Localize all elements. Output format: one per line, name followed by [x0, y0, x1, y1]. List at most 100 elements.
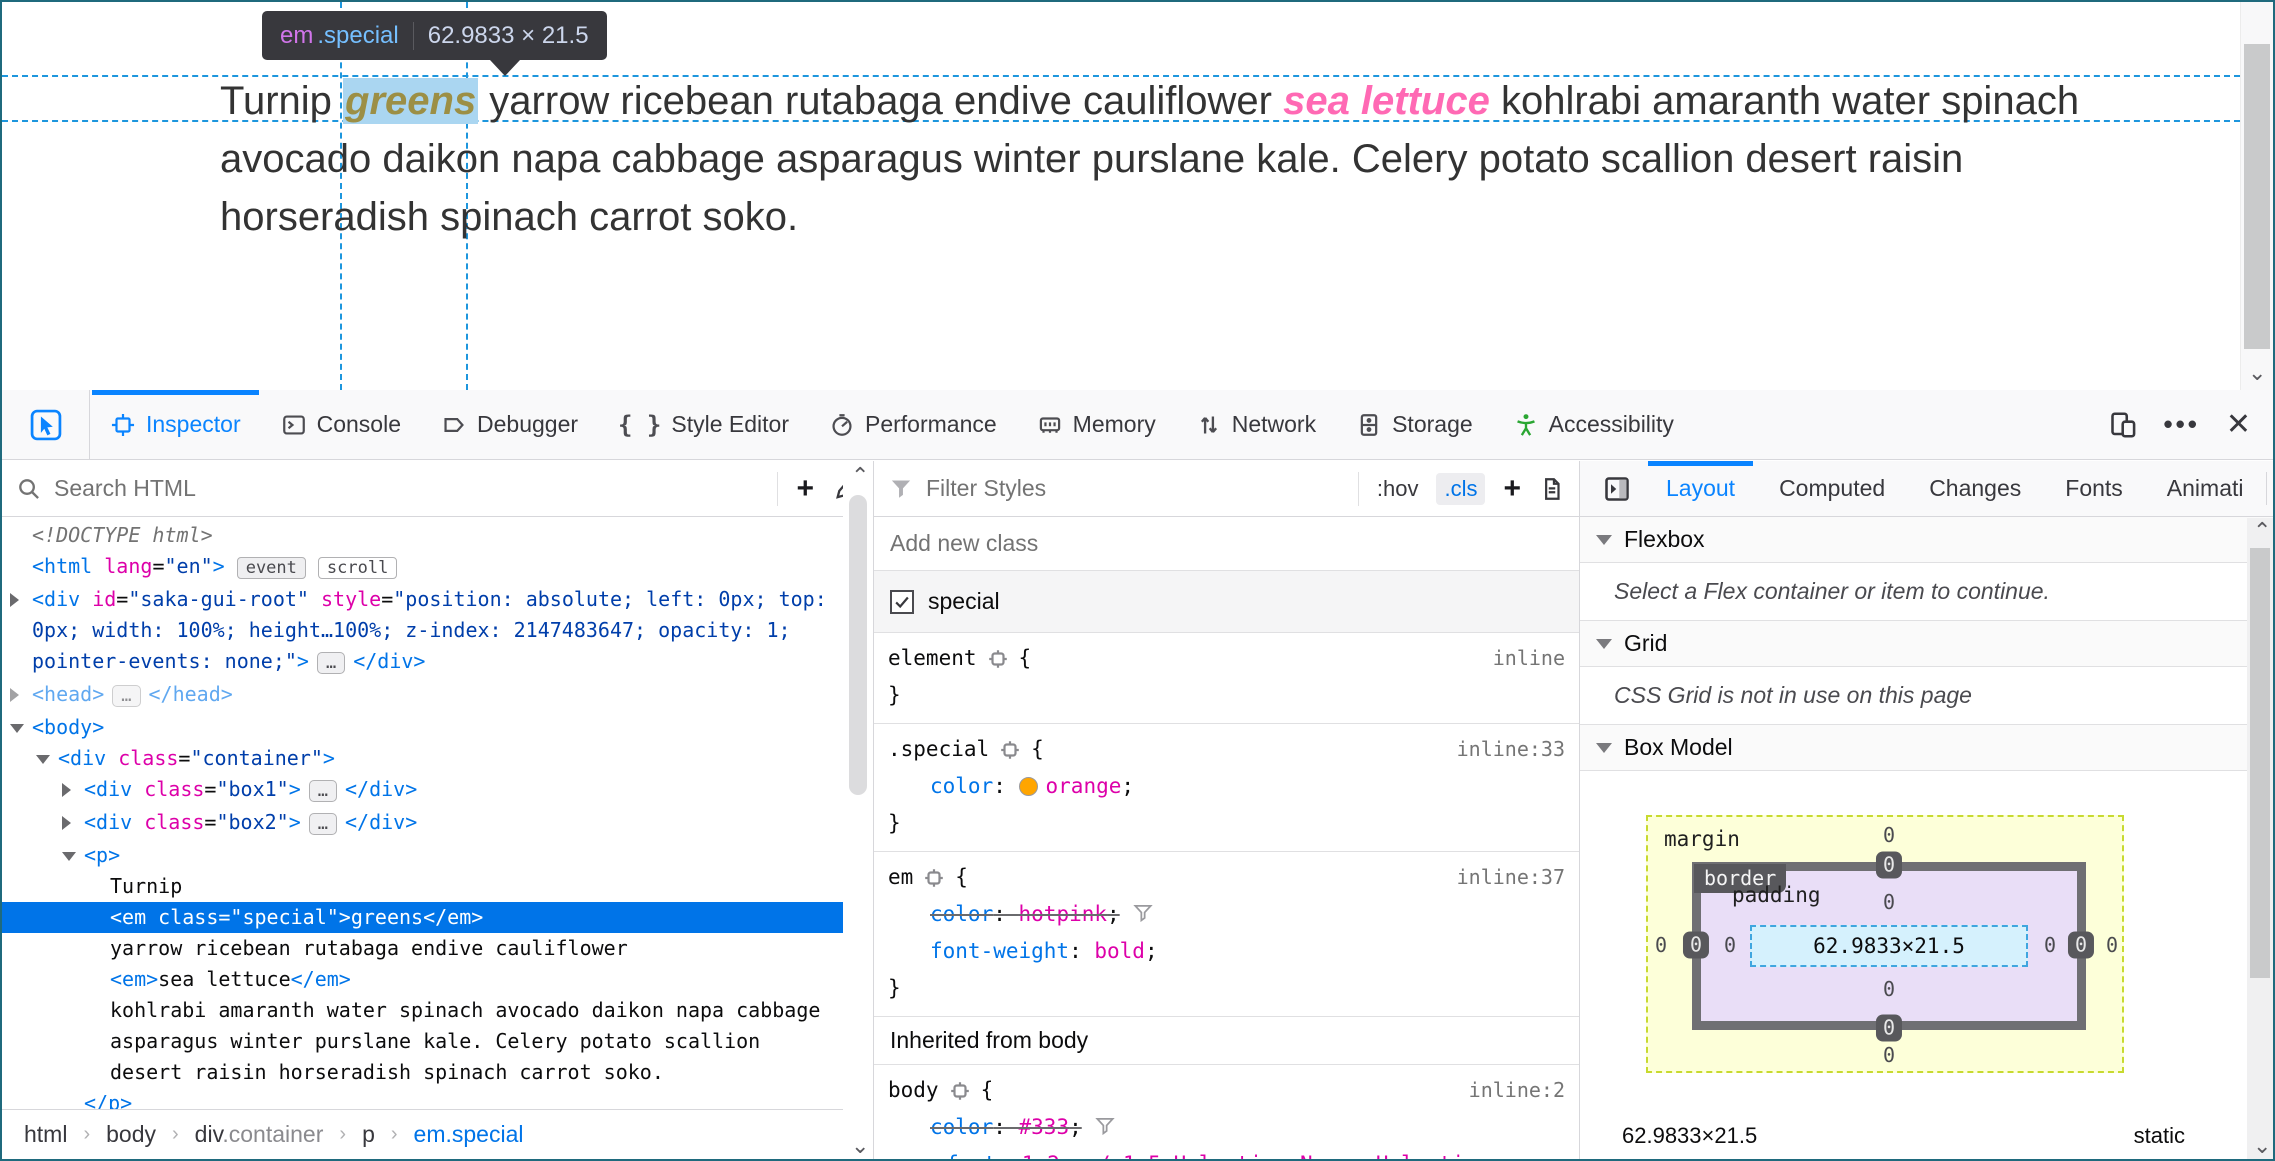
meatball-menu-icon[interactable]: •••: [2164, 409, 2200, 440]
tab-debugger[interactable]: Debugger: [421, 390, 598, 459]
selector-highlighter-icon[interactable]: [999, 739, 1021, 761]
css-declaration[interactable]: color: #333;: [888, 1109, 1565, 1146]
markup-row[interactable]: <div id="saka-gui-root" style="position:…: [2, 584, 873, 679]
markup-row[interactable]: <em>sea lettuce</em>: [2, 964, 873, 995]
inline-text-ellipsis[interactable]: …: [112, 685, 141, 707]
boxmodel-section-header[interactable]: Box Model: [1580, 725, 2273, 771]
rule-selector[interactable]: element: [888, 640, 977, 677]
page-scrollbar[interactable]: ⌄: [2240, 2, 2273, 390]
grid-section-header[interactable]: Grid: [1580, 621, 2273, 667]
flexbox-section-header[interactable]: Flexbox: [1580, 517, 2273, 563]
boxmodel-padding-bottom-value[interactable]: 0: [1883, 977, 1895, 1001]
close-devtools-icon[interactable]: ✕: [2226, 407, 2251, 442]
selector-highlighter-icon[interactable]: [949, 1080, 971, 1102]
tab-performance[interactable]: Performance: [809, 390, 1017, 459]
inline-text-ellipsis[interactable]: …: [308, 780, 338, 802]
markup-row[interactable]: </p>: [2, 1088, 873, 1109]
tab-console[interactable]: Console: [261, 390, 421, 459]
boxmodel-border-top-value[interactable]: 0: [1875, 851, 1903, 879]
rule-selector[interactable]: .special: [888, 731, 989, 768]
add-rule-button[interactable]: +: [1503, 472, 1521, 506]
boxmodel-padding-left-value[interactable]: 0: [1724, 933, 1736, 957]
twisty-collapsed-icon[interactable]: [62, 783, 71, 797]
inline-text-ellipsis[interactable]: …: [316, 652, 346, 674]
filter-styles-input[interactable]: Filter Styles: [926, 475, 1358, 502]
css-declaration[interactable]: color: orange;: [888, 768, 1565, 805]
rule-selector[interactable]: em: [888, 859, 913, 896]
sidebar-tab-computed[interactable]: Computed: [1757, 461, 1907, 516]
markup-row[interactable]: yarrow ricebean rutabaga endive cauliflo…: [2, 933, 873, 964]
markup-row-selected[interactable]: <em class="special">greens</em>: [2, 902, 873, 933]
markup-row[interactable]: kohlrabi amaranth water spinach avocado …: [2, 995, 873, 1088]
boxmodel-border-left-value[interactable]: 0: [1682, 931, 1710, 959]
markup-row[interactable]: <html lang="en"> event scroll: [2, 551, 873, 584]
search-html-input[interactable]: Search HTML: [54, 475, 777, 502]
boxmodel-margin-bottom-value[interactable]: 0: [1883, 1043, 1895, 1067]
print-media-icon[interactable]: [1539, 476, 1565, 502]
overridden-filter-icon[interactable]: [1094, 1115, 1116, 1137]
boxmodel-border-right-value[interactable]: 0: [2067, 931, 2095, 959]
rule-selector[interactable]: body: [888, 1072, 939, 1109]
tab-inspector[interactable]: Inspector: [90, 390, 261, 459]
overridden-filter-icon[interactable]: [1132, 902, 1154, 924]
breadcrumb-item[interactable]: em.special: [414, 1121, 524, 1148]
rule-source-link[interactable]: inline:37: [1457, 859, 1565, 896]
pseudo-class-toggle[interactable]: :hov: [1377, 476, 1419, 502]
tab-style-editor[interactable]: { } Style Editor: [598, 390, 809, 459]
event-badge[interactable]: event: [236, 557, 306, 579]
scroll-up-icon[interactable]: ⌃: [851, 465, 869, 487]
boxmodel-margin-left-value[interactable]: 0: [1655, 933, 1667, 957]
sidebar-tab-changes[interactable]: Changes: [1907, 461, 2043, 516]
tab-memory[interactable]: Memory: [1017, 390, 1176, 459]
boxmodel-margin-right-value[interactable]: 0: [2106, 933, 2118, 957]
sidebar-tab-fonts[interactable]: Fonts: [2043, 461, 2145, 516]
layout-scrollbar[interactable]: ⌃ ⌄: [2247, 518, 2273, 1159]
markup-row[interactable]: Turnip: [2, 871, 873, 902]
css-declaration[interactable]: font: 1.2em / 1.5 Helvetica Neue, Helvet…: [888, 1146, 1565, 1159]
selector-highlighter-icon[interactable]: [923, 867, 945, 889]
breadcrumb-item[interactable]: div.container: [195, 1121, 324, 1148]
markup-row[interactable]: <!DOCTYPE html>: [2, 520, 873, 551]
class-checkbox[interactable]: [890, 589, 914, 614]
pick-element-button[interactable]: [2, 390, 90, 459]
twisty-collapsed-icon[interactable]: [10, 688, 19, 702]
markup-row[interactable]: <div class="container">: [2, 743, 873, 774]
scroll-badge[interactable]: scroll: [317, 557, 398, 579]
breadcrumb-item[interactable]: body: [106, 1121, 156, 1148]
markup-row[interactable]: <div class="box1"> … </div>: [2, 774, 873, 807]
boxmodel-padding-right-value[interactable]: 0: [2044, 933, 2056, 957]
selector-highlighter-icon[interactable]: [987, 648, 1009, 670]
breadcrumb-item[interactable]: html: [24, 1121, 67, 1148]
add-node-button[interactable]: +: [796, 472, 814, 506]
twisty-expanded-icon[interactable]: [36, 755, 50, 764]
twisty-collapsed-icon[interactable]: [10, 593, 19, 607]
twisty-expanded-icon[interactable]: [62, 852, 76, 861]
boxmodel-margin-top-value[interactable]: 0: [1883, 823, 1895, 847]
markup-scrollbar-thumb[interactable]: [849, 495, 867, 795]
boxmodel-padding-top-value[interactable]: 0: [1883, 890, 1895, 914]
color-swatch[interactable]: [1018, 777, 1038, 796]
add-new-class-input[interactable]: Add new class: [874, 517, 1579, 571]
tab-storage[interactable]: Storage: [1336, 390, 1493, 459]
sidebar-tab-layout[interactable]: Layout: [1644, 461, 1757, 516]
twisty-expanded-icon[interactable]: [10, 724, 24, 733]
rule-source-link[interactable]: inline: [1493, 640, 1565, 677]
rule-source-link[interactable]: inline:2: [1469, 1072, 1565, 1109]
sidebar-toggle-icon[interactable]: [1602, 474, 1632, 504]
markup-row[interactable]: <p>: [2, 840, 873, 871]
sidebar-tab-animati[interactable]: Animati: [2145, 461, 2266, 516]
scroll-up-icon[interactable]: ⌃: [2253, 520, 2271, 542]
scroll-down-icon[interactable]: ⌄: [851, 1135, 869, 1157]
markup-scrollbar[interactable]: ⌃ ⌄: [843, 461, 873, 1159]
twisty-collapsed-icon[interactable]: [62, 816, 71, 830]
css-declaration[interactable]: color: hotpink;: [888, 896, 1565, 933]
tab-accessibility[interactable]: Accessibility: [1493, 390, 1694, 459]
scroll-down-icon[interactable]: ⌄: [2253, 1135, 2271, 1157]
rule-source-link[interactable]: inline:33: [1457, 731, 1565, 768]
boxmodel-border-bottom-value[interactable]: 0: [1875, 1014, 1903, 1042]
layout-scrollbar-thumb[interactable]: [2250, 548, 2270, 978]
boxmodel-content-box[interactable]: 62.9833×21.5: [1750, 925, 2028, 967]
class-toggle[interactable]: .cls: [1436, 472, 1486, 505]
markup-row[interactable]: <body>: [2, 712, 873, 743]
scroll-down-icon[interactable]: ⌄: [2248, 362, 2266, 384]
